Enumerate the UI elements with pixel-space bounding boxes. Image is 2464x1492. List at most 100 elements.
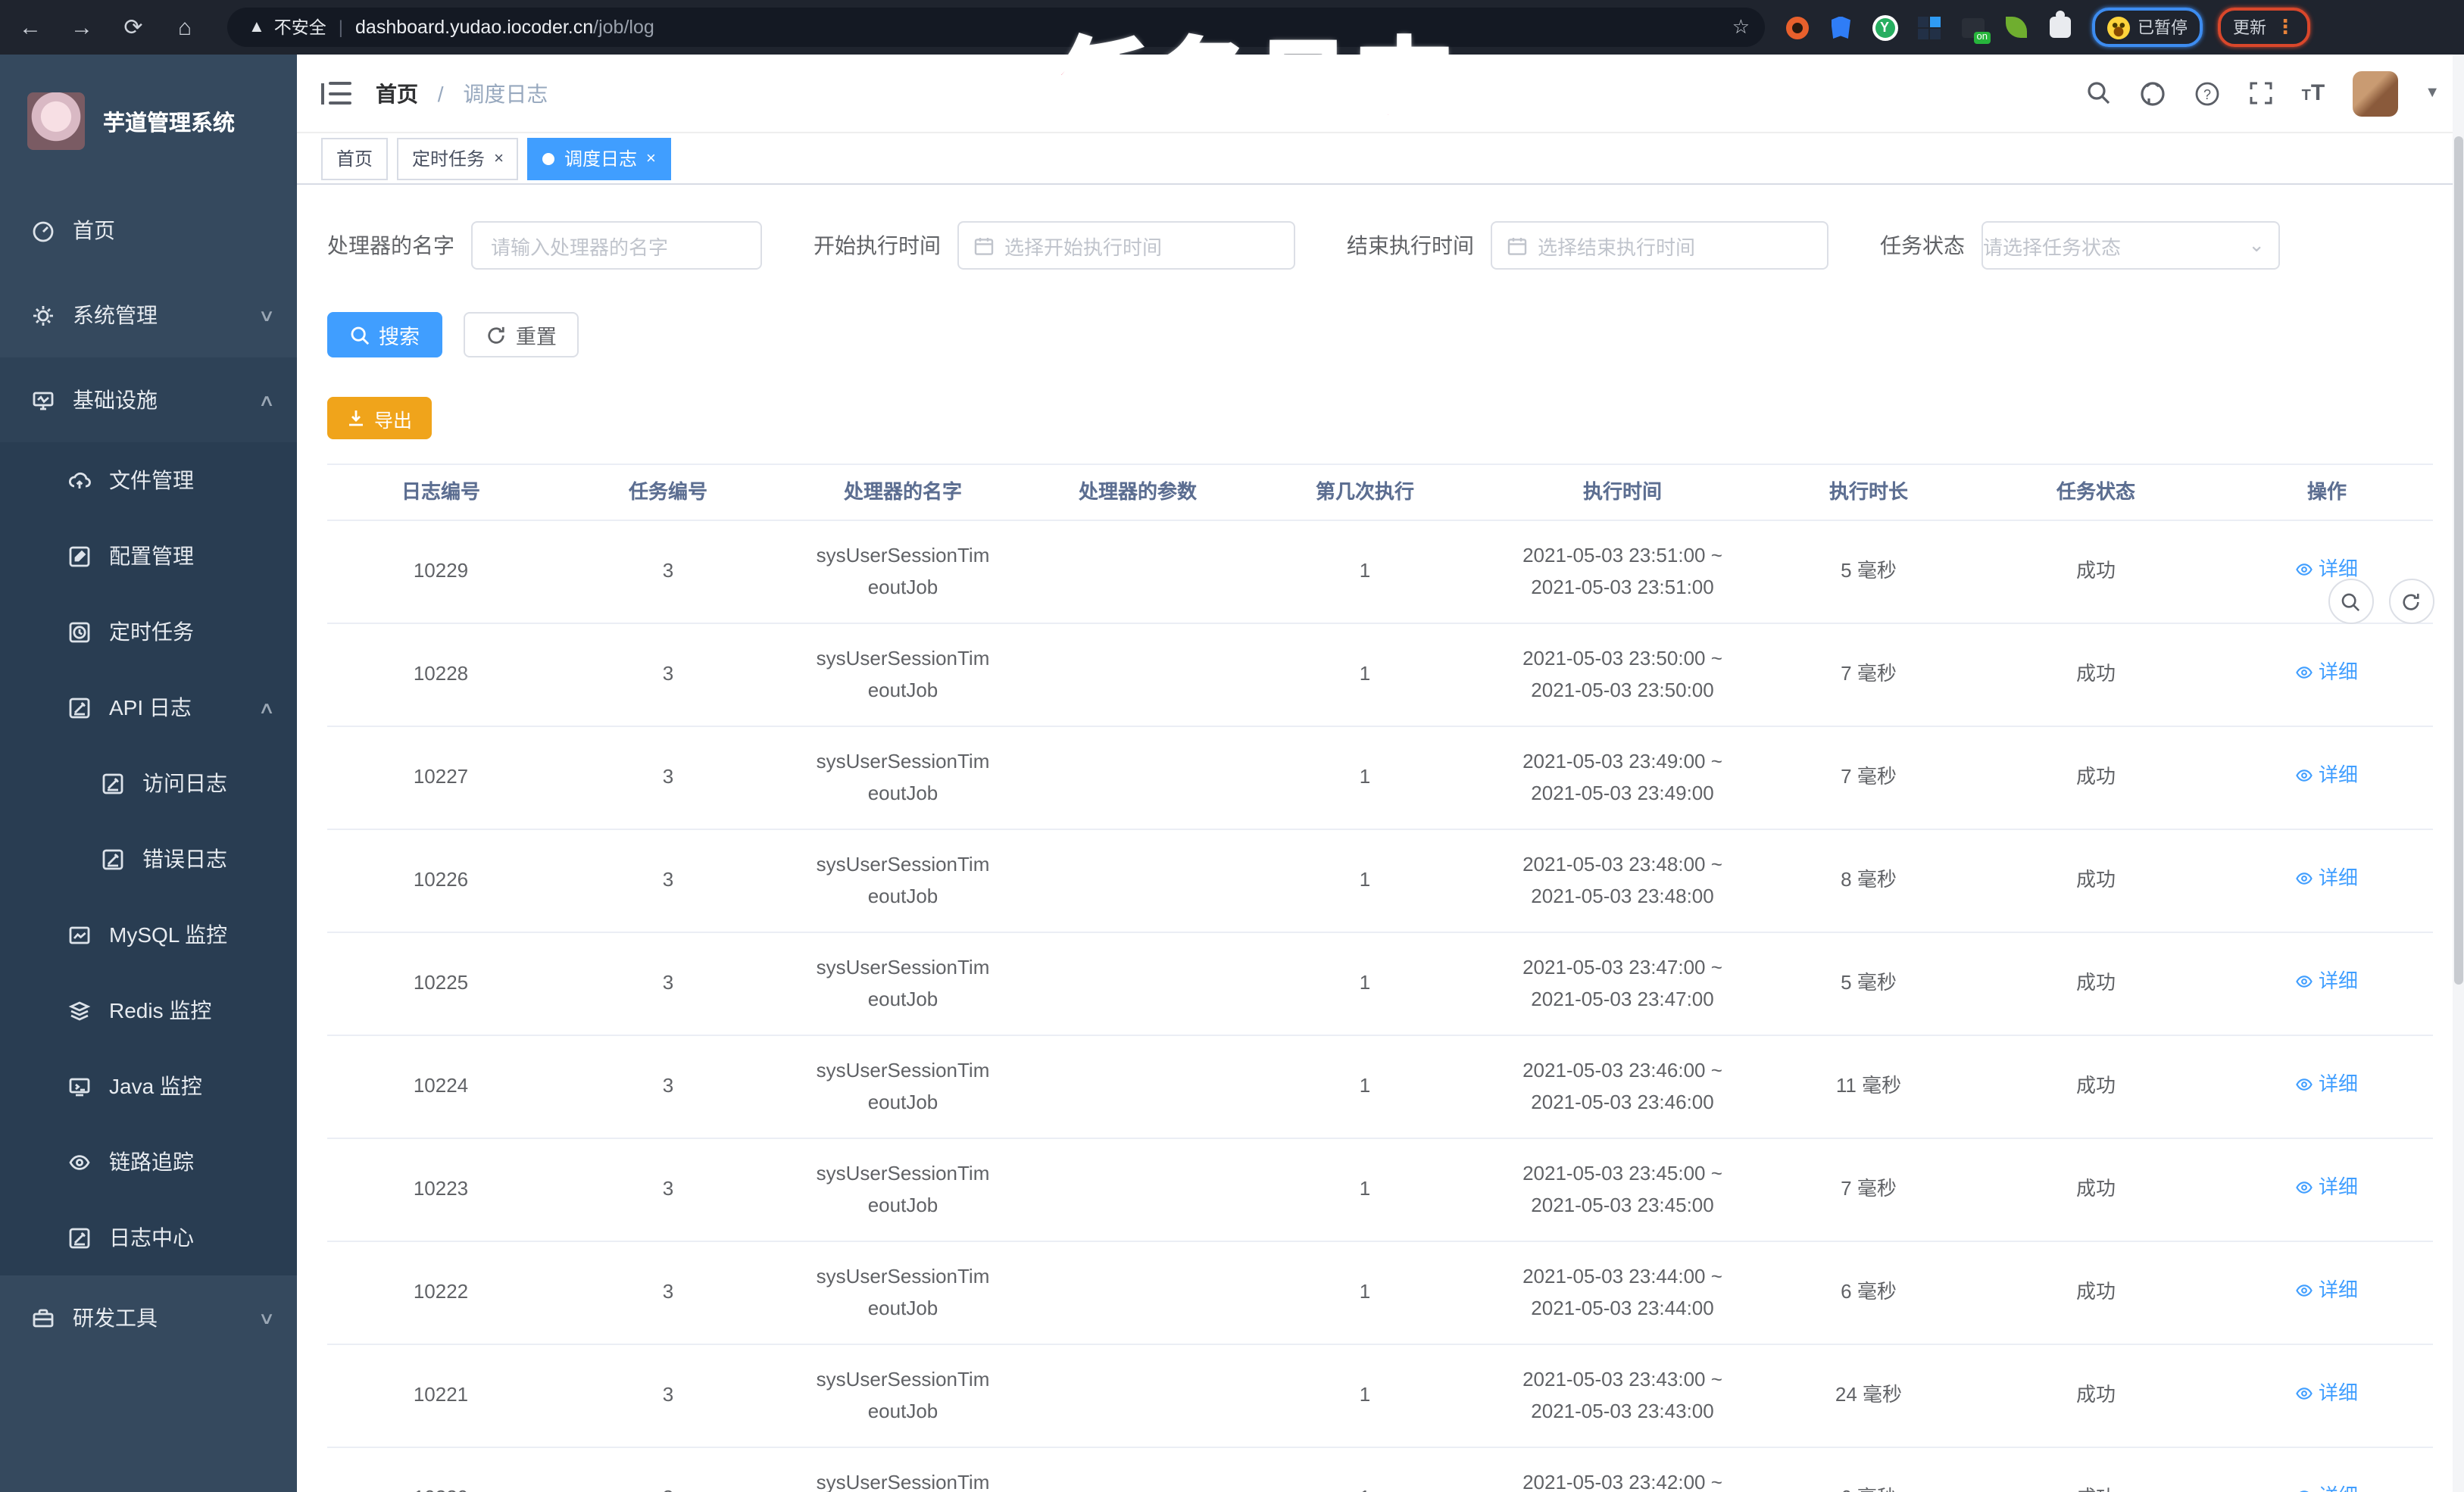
sidebar-item-file-management[interactable]: 文件管理 [0,442,297,518]
reload-icon[interactable]: ⟳ [112,6,155,48]
home-icon[interactable]: ⌂ [164,6,206,48]
font-size-icon[interactable]: TT [2302,80,2325,106]
sidebar-item-label: 文件管理 [109,468,194,492]
sidebar-item-scheduled-task[interactable]: 定时任务 [0,594,297,670]
log-id-cell: 10225 [413,971,469,994]
bookmark-star-icon[interactable]: ☆ [1732,15,1750,39]
column-header: 操作 [2306,479,2347,503]
sidebar-item-infrastructure[interactable]: 基础设施 ∧ [0,357,297,442]
layers-icon [67,998,91,1022]
status-cell: 成功 [2075,868,2116,891]
log-icon [67,1225,91,1250]
handler-name-input[interactable]: 请输入处理器的名字 [471,221,762,270]
export-button[interactable]: 导出 [327,397,433,439]
sidebar-item-label: 链路追踪 [109,1150,194,1174]
detail-link[interactable]: 详细 [2296,1172,2358,1204]
detail-link[interactable]: 详细 [2296,760,2358,792]
detail-link[interactable]: 详细 [2296,966,2358,998]
address-bar[interactable]: ▲ 不安全 | dashboard.yudao.iocoder.cn /job/… [227,8,1765,47]
chevron-down-icon[interactable]: ▼ [2425,85,2440,101]
extension-grid-icon[interactable] [1915,14,1942,41]
app-title: 芋道管理系统 [103,111,235,136]
url-separator: | [338,17,344,38]
sidebar-item-api-log[interactable]: API 日志 ∧ [0,670,297,745]
sidebar-item-error-log[interactable]: 错误日志 [0,821,297,897]
detail-link[interactable]: 详细 [2296,1275,2358,1307]
table-row: 10229 3 sysUserSessionTim eoutJob 1 2021-05-0… [327,521,2433,624]
sidebar-item-label: API 日志 [109,695,192,719]
exec-time-cell: 2021-05-03 23:43:00 ~2021-05-03 23:43:00 [1522,1367,1722,1422]
sidebar-item-label: 定时任务 [109,620,194,644]
search-button[interactable]: 搜索 [327,312,442,357]
sidebar-item-home[interactable]: 首页 [0,188,297,273]
detail-link[interactable]: 详细 [2296,1378,2358,1410]
chevron-down-icon: ⌄ [2248,233,2265,256]
column-header: 处理器的名字 [843,479,962,503]
column-header: 任务状态 [2056,479,2135,503]
sidebar-item-log-center[interactable]: 日志中心 [0,1200,297,1275]
detail-link[interactable]: 详细 [2296,1069,2358,1101]
column-header: 处理器的参数 [1078,479,1197,503]
scrollbar-thumb[interactable] [2453,136,2462,985]
toggle-search-button[interactable] [2328,579,2373,624]
sidebar-item-trace[interactable]: 链路追踪 [0,1124,297,1200]
duration-cell: 24 毫秒 [1835,1383,1903,1406]
update-badge[interactable]: 更新 ⋮ [2218,8,2310,47]
log-id-cell: 10222 [413,1280,469,1303]
breadcrumb-home[interactable]: 首页 [376,81,418,105]
extension-orange-icon[interactable] [1783,14,1810,41]
sidebar-item-system-management[interactable]: 系统管理 ∨ [0,273,297,357]
tab-home[interactable]: 首页 [321,137,389,179]
log-id-cell: 10220 [327,1483,554,1492]
extension-leaf-icon[interactable] [2003,14,2030,41]
end-time-input[interactable]: 选择结束执行时间 [1491,221,1828,270]
sidebar-item-java-monitor[interactable]: Java 监控 [0,1048,297,1124]
search-icon[interactable] [2087,80,2113,106]
close-tab-icon[interactable]: × [646,149,656,167]
window-scrollbar[interactable] [2452,55,2464,1492]
detail-link-label: 详细 [2318,969,2358,992]
avatar[interactable] [2352,70,2398,116]
column-header: 任务编号 [628,479,707,503]
exec-index-cell: 1 [1251,1483,1479,1492]
table-row: 10225 3 sysUserSessionTim eoutJob 1 2021-05-0… [327,933,2433,1036]
sidebar-item-mysql-monitor[interactable]: MySQL 监控 [0,897,297,972]
refresh-table-button[interactable] [2388,579,2434,624]
github-icon[interactable] [2140,80,2167,107]
extension-puzzle-icon[interactable] [2047,11,2074,41]
browser-window: ← → ⟳ ⌂ ▲ 不安全 | dashboard.yudao.iocoder.… [0,0,2464,1492]
task-id-cell: 3 [662,1383,674,1406]
forward-icon[interactable]: → [61,6,103,48]
begin-time-input[interactable]: 选择开始执行时间 [957,221,1295,270]
close-tab-icon[interactable]: × [494,149,504,167]
hamburger-icon[interactable] [321,81,351,105]
extension-y-icon[interactable]: Y [1871,14,1898,41]
cloud-upload-icon [67,468,91,492]
task-status-select[interactable]: 请选择任务状态 ⌄ [1982,221,2280,270]
back-icon[interactable]: ← [9,6,52,48]
handler-name-cell: sysUserSessionTimeoutJob [816,1058,990,1113]
sidebar-item-label: 研发工具 [73,1306,158,1330]
sidebar-item-access-log[interactable]: 访问日志 [0,745,297,821]
browser-menu-icon[interactable]: ⋮ [2275,15,2295,39]
fullscreen-icon[interactable] [2249,80,2275,106]
extension-on-icon[interactable]: on [1959,14,1991,44]
detail-link[interactable]: 详细 [2296,863,2358,895]
reset-button[interactable]: 重置 [464,312,579,357]
action-cell: 详细 [2221,1378,2433,1413]
tab-scheduled-task[interactable]: 定时任务 × [397,137,519,179]
detail-link[interactable]: 详细 [2296,1481,2358,1492]
app-logo-row[interactable]: 芋道管理系统 [0,55,297,188]
task-id-cell: 3 [662,1280,674,1303]
extension-shield-icon[interactable] [1827,14,1854,41]
tab-job-log[interactable]: 调度日志 × [527,137,671,179]
paused-badge[interactable]: 已暂停 [2092,8,2203,47]
sidebar-item-config-management[interactable]: 配置管理 [0,518,297,594]
detail-link[interactable]: 详细 [2296,657,2358,689]
sidebar-item-redis-monitor[interactable]: Redis 监控 [0,972,297,1048]
tab-label: 首页 [336,148,373,170]
handler-name-cell: sysUserSessionTimeoutJob [816,543,990,598]
sidebar-item-dev-tools[interactable]: 研发工具 ∨ [0,1275,297,1360]
exec-index-cell: 1 [1359,1383,1371,1406]
help-icon[interactable]: ? [2194,80,2222,107]
